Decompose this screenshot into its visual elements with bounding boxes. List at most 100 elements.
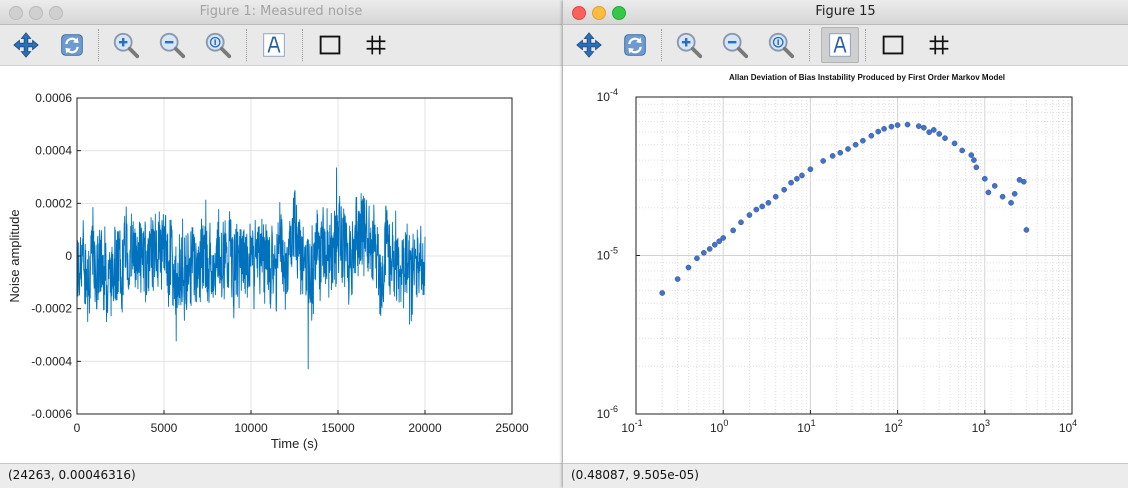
zoom-out-icon[interactable] [719,29,751,61]
toolbar [563,25,1128,66]
title-bar[interactable]: Figure 15 [563,0,1128,25]
data-point [985,189,992,196]
data-point [904,121,911,128]
data-point [942,135,948,142]
title-bar[interactable]: Figure 1: Measured noise [0,0,562,25]
y-tick-label: 0.0006 [35,91,72,105]
cursor-coordinates: (24263, 0.00046316) [8,468,136,482]
y-tick-label: 0.0002 [35,196,72,210]
data-point [936,131,943,137]
box-icon[interactable] [877,29,909,61]
data-point [915,123,922,129]
text-tool-icon[interactable] [821,27,859,63]
x-tick-label: 20000 [408,421,442,435]
data-point [971,157,977,163]
toolbar-separator [661,29,662,61]
rotate-icon[interactable] [56,29,88,61]
status-bar: (24263, 0.00046316) [0,463,562,488]
data-point [930,127,937,133]
window-title: Figure 1: Measured noise [199,4,363,19]
x-tick-label: 0 [74,421,81,435]
data-point [694,255,700,262]
y-tick-label: 10-4 [597,87,618,104]
grid-icon[interactable] [360,29,392,61]
x-tick-label: 15000 [321,421,355,435]
data-point [926,129,932,136]
x-tick-label: 25000 [495,421,529,435]
box-icon[interactable] [314,29,346,61]
data-point [845,146,851,152]
data-point [973,164,980,171]
figure-15-window: Figure 15 10-1 100 101 102 103 104 10-4 10-5 10-… [563,0,1128,488]
data-point [659,290,666,296]
text-tool-icon[interactable] [258,29,290,61]
data-point [701,249,707,256]
pan-icon[interactable] [573,29,605,61]
y-axis-label: Noise amplitude [7,209,22,302]
cursor-coordinates: (0.48087, 9.505e-05) [571,468,699,482]
y-tick-label: -0.0004 [31,354,72,368]
zoom-reset-icon[interactable] [202,29,234,61]
data-point [794,175,800,182]
toolbar-separator [246,29,247,61]
window-title: Figure 15 [815,4,876,19]
data-point [868,132,875,139]
data-point [968,152,975,158]
toolbar [0,25,562,66]
y-tick-label: -0.0006 [31,407,72,421]
data-point [685,264,692,271]
data-point [959,147,966,154]
toolbar-separator [809,29,810,61]
data-point [674,276,681,282]
data-point [837,149,844,156]
data-point [772,193,779,200]
data-point [999,193,1006,200]
data-point [799,172,805,179]
y-tick-label: 0 [65,249,72,263]
grid-icon[interactable] [923,29,955,61]
data-point [1011,190,1018,197]
zoom-reset-icon[interactable] [765,29,797,61]
data-point [894,122,901,128]
x-tick-label: 102 [884,418,902,435]
pan-icon[interactable] [10,29,42,61]
plot-area: 0 5000 10000 15000 20000 25000 0.0006 0.0004 0.0… [0,66,562,464]
data-point [711,241,718,248]
data-point [888,123,895,130]
plot-area: 10-1 100 101 102 103 104 10-4 10-5 10-6 Allan Dev… [563,66,1128,464]
data-point [781,186,788,193]
data-point [920,124,927,131]
x-axis-label: Time (s) [271,436,318,451]
allan-deviation-chart[interactable]: 10-1 100 101 102 103 104 10-4 10-5 10-6 Allan Dev… [563,66,1128,464]
x-tick-label: 5000 [151,421,178,435]
toolbar-separator [865,29,866,61]
data-point [738,219,744,226]
x-tick-label: 104 [1059,418,1077,435]
figure-1-window: Figure 1: Measured noise 0 5000 10000 15000… [0,0,562,488]
toolbar-separator [302,29,303,61]
zoom-out-icon[interactable] [156,29,188,61]
zoom-in-icon[interactable] [673,29,705,61]
x-tick-label: 10-1 [621,418,642,435]
data-point [706,246,713,252]
y-tick-label: 0.0004 [35,144,72,158]
y-tick-label: 10-5 [597,246,618,263]
data-point [759,203,766,210]
data-point [852,141,859,148]
x-tick-label: 101 [797,418,815,435]
data-point [753,206,760,213]
zoom-in-icon[interactable] [110,29,142,61]
data-point [881,125,887,132]
data-point [829,153,836,159]
data-point [1023,227,1030,233]
rotate-icon[interactable] [619,29,651,61]
status-bar: (0.48087, 9.505e-05) [563,463,1128,488]
noise-chart[interactable]: 0 5000 10000 15000 20000 25000 0.0006 0.0004 0.0… [0,66,562,464]
y-tick-label: 10-6 [597,404,618,421]
data-point [720,235,727,241]
toolbar-separator [98,29,99,61]
data-point [1020,178,1027,185]
data-point [1008,199,1014,206]
data-point [860,137,866,144]
data-point [981,175,988,182]
